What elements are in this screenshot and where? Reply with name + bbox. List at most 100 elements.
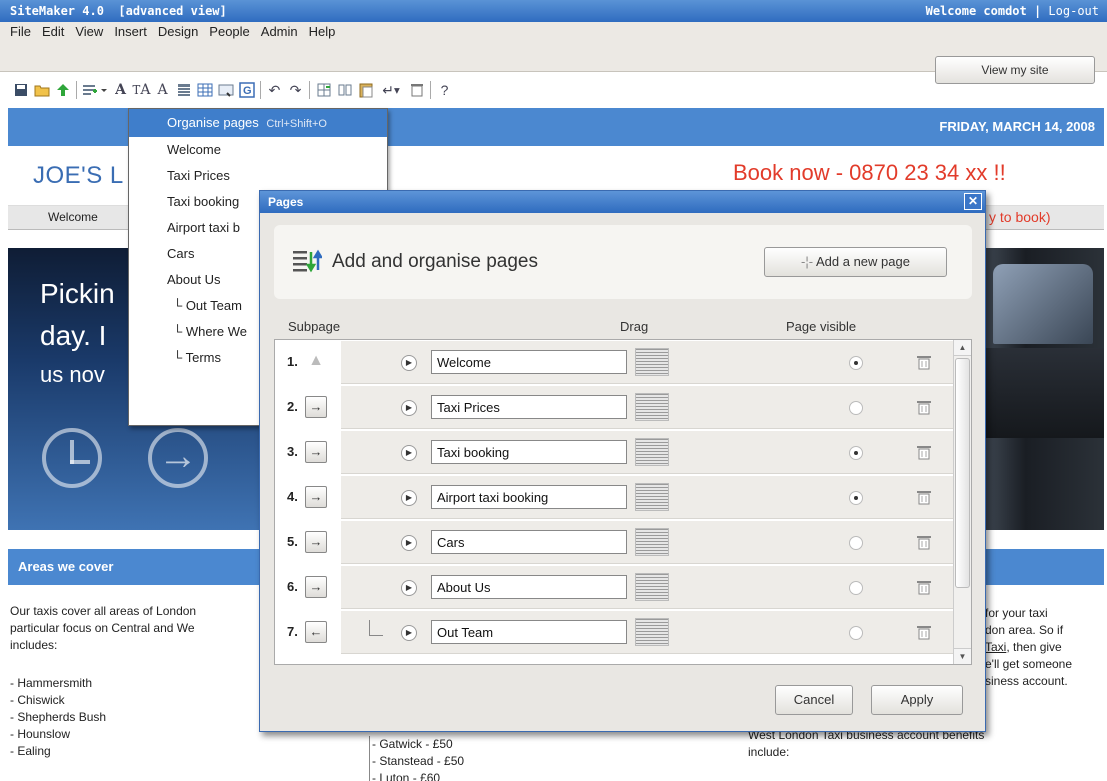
grid-scrollbar[interactable]: ▲ ▼ xyxy=(953,340,971,664)
indent-right-icon[interactable]: → xyxy=(305,396,327,418)
drag-handle[interactable] xyxy=(635,393,669,421)
scroll-down-icon[interactable]: ▼ xyxy=(954,648,971,664)
menu-file[interactable]: File xyxy=(10,24,31,39)
expand-icon[interactable]: ▶ xyxy=(401,535,417,551)
page-name-input[interactable]: Out Team xyxy=(431,620,627,644)
menu-admin[interactable]: Admin xyxy=(261,24,298,39)
trash-icon[interactable] xyxy=(916,534,932,550)
page-name-input[interactable]: Taxi booking xyxy=(431,440,627,464)
menu-people[interactable]: People xyxy=(209,24,249,39)
indent-right-icon[interactable]: → xyxy=(305,531,327,553)
trash-icon[interactable] xyxy=(916,444,932,460)
undo-icon[interactable]: ↶ xyxy=(264,80,285,100)
expand-icon[interactable]: ▶ xyxy=(401,490,417,506)
delete-icon[interactable] xyxy=(406,80,427,100)
taxi-link[interactable]: Taxi xyxy=(985,640,1006,654)
align-icon[interactable] xyxy=(173,80,194,100)
page-visible-radio[interactable] xyxy=(849,491,863,505)
expand-icon[interactable]: ▶ xyxy=(401,400,417,416)
indent-right-icon[interactable]: → xyxy=(305,486,327,508)
view-my-site-button[interactable]: View my site xyxy=(935,56,1095,84)
svg-text:G: G xyxy=(243,85,252,97)
trash-icon[interactable] xyxy=(916,624,932,640)
font-size-small-icon[interactable]: A xyxy=(152,80,173,100)
page-name-input[interactable]: About Us xyxy=(431,575,627,599)
indent-left-icon[interactable]: ← xyxy=(305,621,327,643)
expand-icon[interactable]: ▶ xyxy=(401,355,417,371)
page-name-input[interactable]: Taxi Prices xyxy=(431,395,627,419)
nav-book-link[interactable]: y to book) xyxy=(989,209,1050,225)
help-icon[interactable]: ? xyxy=(434,80,455,100)
areas-line: includes: xyxy=(10,638,58,652)
drag-handle[interactable] xyxy=(635,348,669,376)
home-icon: ▲ xyxy=(308,352,324,369)
page-name-input[interactable]: Airport taxi booking xyxy=(431,485,627,509)
menu-view[interactable]: View xyxy=(75,24,103,39)
expand-icon[interactable]: ▶ xyxy=(401,625,417,641)
drag-handle[interactable] xyxy=(635,618,669,646)
page-name-input[interactable]: Cars xyxy=(431,530,627,554)
dialog-header: Add and organise pages -¦- Add a new pag… xyxy=(274,225,972,299)
row-number: 1. xyxy=(287,354,298,369)
toolbar: A TA A G ↶ ↷ ↵ ▾ ? xyxy=(10,79,455,101)
table-row: 7. ← ▶ Out Team xyxy=(275,610,955,654)
page-visible-radio[interactable] xyxy=(849,626,863,640)
menu-item-organise-pages[interactable]: Organise pages Ctrl+Shift+O xyxy=(129,109,387,137)
add-page-plus-icon: -¦- xyxy=(801,254,814,269)
insert-column-icon[interactable] xyxy=(334,80,355,100)
redo-icon[interactable]: ↷ xyxy=(285,80,306,100)
image-icon[interactable] xyxy=(215,80,236,100)
link-icon[interactable]: G xyxy=(236,80,257,100)
paste-icon[interactable] xyxy=(355,80,376,100)
list-item: - Ealing xyxy=(10,744,51,758)
drag-handle[interactable] xyxy=(635,573,669,601)
trash-icon[interactable] xyxy=(916,579,932,595)
drag-handle[interactable] xyxy=(635,483,669,511)
menu-design[interactable]: Design xyxy=(158,24,198,39)
list-item: - Luton - £60 xyxy=(369,770,464,781)
open-folder-icon[interactable] xyxy=(31,80,52,100)
menu-item-page[interactable]: Welcome xyxy=(129,137,387,163)
taxi-image xyxy=(973,248,1104,530)
trash-icon[interactable] xyxy=(916,489,932,505)
page-visible-radio[interactable] xyxy=(849,401,863,415)
close-icon[interactable]: ✕ xyxy=(964,193,982,210)
dialog-title-bar[interactable]: Pages ✕ xyxy=(260,191,985,213)
trash-icon[interactable] xyxy=(916,399,932,415)
logout-link[interactable]: Log-out xyxy=(1048,4,1099,18)
font-icon[interactable]: A xyxy=(110,80,131,100)
scroll-thumb[interactable] xyxy=(955,358,970,588)
drag-handle[interactable] xyxy=(635,528,669,556)
expand-icon[interactable]: ▶ xyxy=(401,445,417,461)
page-visible-radio[interactable] xyxy=(849,446,863,460)
menu-item-page[interactable]: Taxi Prices xyxy=(129,163,387,189)
expand-icon[interactable]: ▶ xyxy=(401,580,417,596)
apply-button[interactable]: Apply xyxy=(871,685,963,715)
business-text: for your taxi don area. So if Taxi, then… xyxy=(985,605,1100,690)
return-icon[interactable]: ↵ ▾ xyxy=(376,80,406,100)
row-number: 2. xyxy=(287,399,298,414)
scroll-up-icon[interactable]: ▲ xyxy=(954,340,971,356)
font-size-icon[interactable]: TA xyxy=(131,80,152,100)
menu-edit[interactable]: Edit xyxy=(42,24,64,39)
insert-row-icon[interactable] xyxy=(313,80,334,100)
areas-text: Our taxis cover all areas of London part… xyxy=(10,603,260,760)
page-visible-radio[interactable] xyxy=(849,356,863,370)
save-icon[interactable] xyxy=(10,80,31,100)
list-item: - Gatwick - £50 xyxy=(369,736,464,753)
add-new-page-button[interactable]: -¦- Add a new page xyxy=(764,247,947,277)
nav-welcome-link[interactable]: Welcome xyxy=(48,210,98,224)
add-page-icon[interactable] xyxy=(80,80,110,100)
page-visible-radio[interactable] xyxy=(849,536,863,550)
drag-handle[interactable] xyxy=(635,438,669,466)
trash-icon[interactable] xyxy=(916,354,932,370)
publish-arrow-icon[interactable] xyxy=(52,80,73,100)
page-name-input[interactable]: Welcome xyxy=(431,350,627,374)
indent-right-icon[interactable]: → xyxy=(305,441,327,463)
page-visible-radio[interactable] xyxy=(849,581,863,595)
cancel-button[interactable]: Cancel xyxy=(775,685,853,715)
table-icon[interactable] xyxy=(194,80,215,100)
menu-help[interactable]: Help xyxy=(309,24,336,39)
indent-right-icon[interactable]: → xyxy=(305,576,327,598)
menu-insert[interactable]: Insert xyxy=(114,24,147,39)
